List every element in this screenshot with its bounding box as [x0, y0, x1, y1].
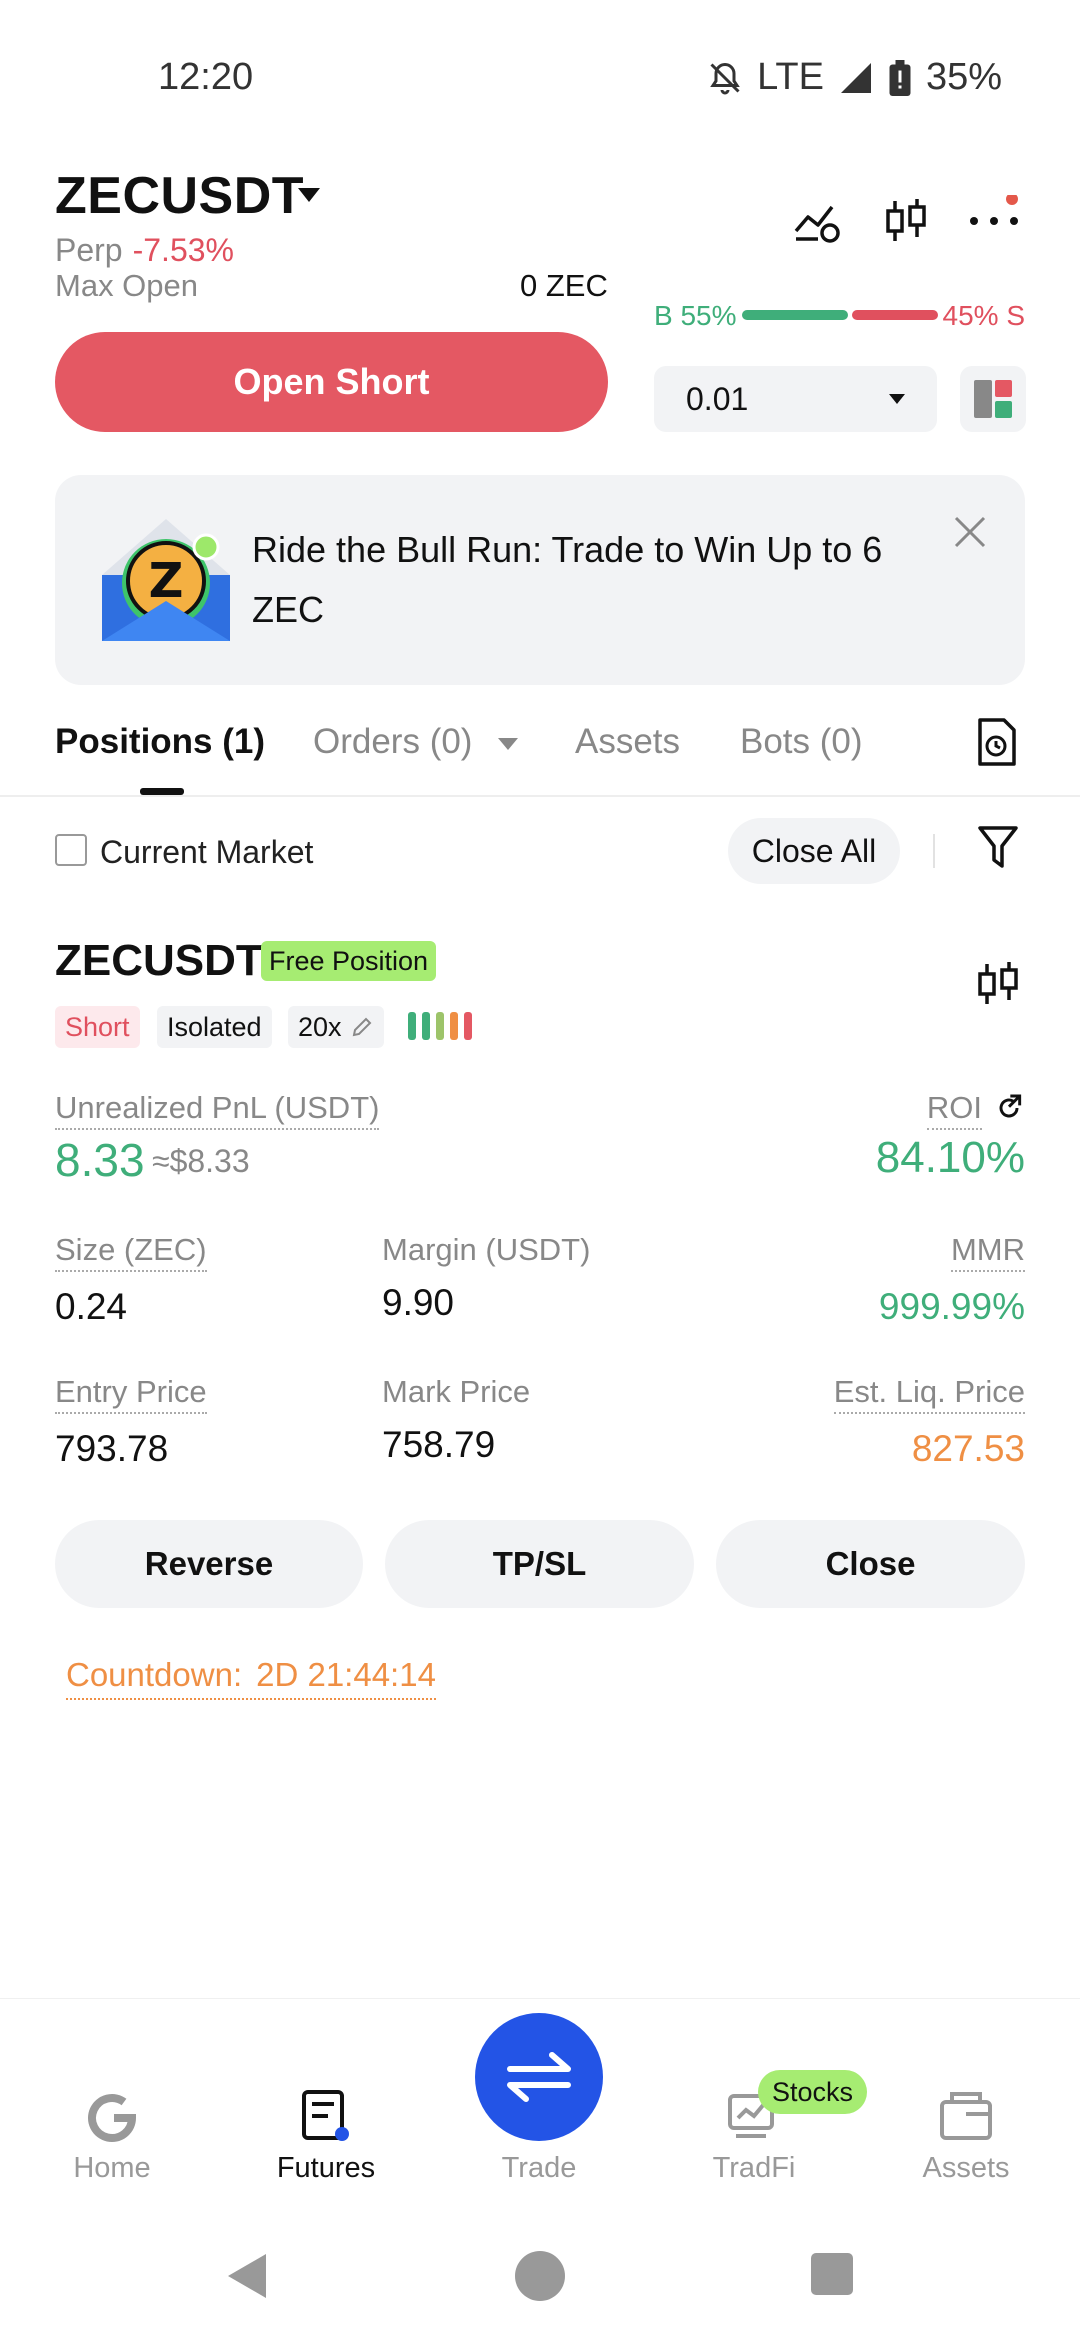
notifications-off-icon: [710, 62, 740, 94]
assets-icon[interactable]: [938, 2088, 994, 2144]
roi-value: 84.10%: [875, 1133, 1025, 1182]
back-icon[interactable]: [222, 2250, 272, 2302]
order-book-layout-button[interactable]: [960, 366, 1026, 432]
entry-price-value: 793.78: [55, 1428, 169, 1469]
side-tag: Short: [55, 1006, 140, 1048]
signal-icon: [840, 62, 871, 93]
status-time: 12:20: [158, 56, 254, 98]
sell-ratio-label: 45% S: [942, 300, 1026, 331]
leverage-tag[interactable]: 20x: [288, 1006, 384, 1048]
risk-level-bar: [422, 1012, 430, 1040]
edit-icon: [352, 1017, 371, 1037]
mark-price-value: 758.79: [382, 1424, 496, 1465]
tab-assets[interactable]: Assets: [575, 722, 680, 762]
tab-bots[interactable]: Bots (0): [740, 722, 863, 762]
unrealized-pnl-label[interactable]: Unrealized PnL (USDT): [55, 1090, 380, 1130]
swap-icon: [507, 2052, 571, 2102]
risk-level-bar: [408, 1012, 416, 1040]
roi-label[interactable]: ROI: [926, 1090, 982, 1130]
active-tab-indicator: [140, 788, 184, 795]
reverse-button[interactable]: Reverse: [55, 1520, 363, 1608]
quantity-select[interactable]: 0.01: [654, 366, 937, 432]
status-icons: LTE 35%: [707, 56, 1002, 99]
pair-selector[interactable]: ZECUSDT: [55, 166, 304, 226]
margin-value: 9.90: [382, 1282, 455, 1323]
candlestick-chart-icon[interactable]: [972, 958, 1024, 1010]
unrealized-pnl-value: 8.33: [55, 1134, 145, 1186]
margin-mode-tag: Isolated: [157, 1006, 272, 1048]
risk-level-bar: [436, 1012, 444, 1040]
open-short-button[interactable]: Open Short: [55, 332, 608, 432]
free-position-badge: Free Position: [261, 941, 437, 981]
size-label[interactable]: Size (ZEC): [55, 1232, 207, 1272]
leverage-value: 20x: [298, 1012, 342, 1042]
home-icon[interactable]: [84, 2088, 140, 2144]
sell-ratio-bar: [852, 310, 938, 320]
tab-positions[interactable]: Positions (1): [55, 722, 265, 762]
caret-down-icon[interactable]: [298, 188, 320, 202]
divider: [933, 834, 935, 868]
svg-text:Z: Z: [149, 553, 184, 609]
network-type: LTE: [757, 56, 824, 98]
order-history-icon[interactable]: [972, 716, 1020, 768]
candlestick-chart-icon[interactable]: [880, 195, 932, 247]
more-options-icon[interactable]: [968, 195, 1020, 247]
mmr-label[interactable]: MMR: [950, 1232, 1025, 1272]
tab-divider: [0, 795, 1080, 797]
tpsl-button[interactable]: TP/SL: [385, 1520, 694, 1608]
unrealized-pnl-approx: ≈$8.33: [152, 1143, 250, 1179]
zec-envelope-icon: Z: [102, 519, 230, 641]
liq-price-value: 827.53: [911, 1428, 1025, 1469]
battery-icon: [889, 59, 911, 96]
trade-button[interactable]: [475, 2013, 603, 2141]
risk-level-bar: [450, 1012, 458, 1040]
nav-tradfi[interactable]: TradFi: [654, 2152, 854, 2185]
futures-icon[interactable]: [298, 2088, 354, 2144]
battery-level: 35%: [925, 56, 1002, 98]
promo-text: Ride the Bull Run: Trade to Win Up to 6 …: [252, 529, 883, 630]
current-market-label[interactable]: Current Market: [100, 834, 313, 871]
price-change: -7.53%: [132, 232, 234, 268]
nav-home[interactable]: Home: [12, 2152, 212, 2185]
quantity-value: 0.01: [686, 380, 749, 417]
buy-ratio-label: B 55%: [654, 300, 737, 331]
close-all-button[interactable]: Close All: [728, 818, 900, 884]
liq-price-label[interactable]: Est. Liq. Price: [833, 1374, 1025, 1414]
stocks-badge: Stocks: [758, 2070, 868, 2114]
current-market-checkbox[interactable]: [55, 834, 87, 866]
max-open-value: 0 ZEC: [520, 268, 608, 303]
size-value: 0.24: [55, 1286, 128, 1327]
mark-price-label: Mark Price: [382, 1374, 531, 1409]
position-symbol: ZECUSDT: [55, 936, 263, 985]
nav-trade[interactable]: Trade: [439, 2152, 639, 2185]
price-alert-icon[interactable]: [792, 195, 844, 247]
mmr-value: 999.99%: [878, 1286, 1025, 1327]
recents-icon[interactable]: [810, 2252, 854, 2296]
margin-label: Margin (USDT): [382, 1232, 591, 1267]
home-circle-icon[interactable]: [514, 2250, 566, 2302]
nav-futures[interactable]: Futures: [226, 2152, 426, 2185]
filter-icon[interactable]: [976, 824, 1020, 872]
entry-price-label[interactable]: Entry Price: [55, 1374, 207, 1414]
max-open-label: Max Open: [55, 268, 199, 303]
contract-info: Perp -7.53%: [55, 232, 234, 269]
countdown-value: 2D 21:44:14: [256, 1656, 436, 1693]
caret-down-icon: [889, 394, 905, 404]
tab-orders[interactable]: Orders (0): [313, 722, 472, 762]
share-icon[interactable]: [993, 1092, 1025, 1124]
close-icon[interactable]: [950, 512, 990, 552]
risk-level-bar: [464, 1012, 472, 1040]
layout-icon: [974, 380, 1012, 418]
caret-down-icon[interactable]: [498, 738, 518, 750]
perp-label: Perp: [55, 232, 123, 268]
close-position-button[interactable]: Close: [716, 1520, 1025, 1608]
countdown-label: Countdown:: [66, 1656, 243, 1693]
buy-ratio-bar: [742, 310, 848, 320]
nav-assets[interactable]: Assets: [866, 2152, 1066, 2185]
countdown[interactable]: Countdown: 2D 21:44:14: [66, 1656, 436, 1700]
